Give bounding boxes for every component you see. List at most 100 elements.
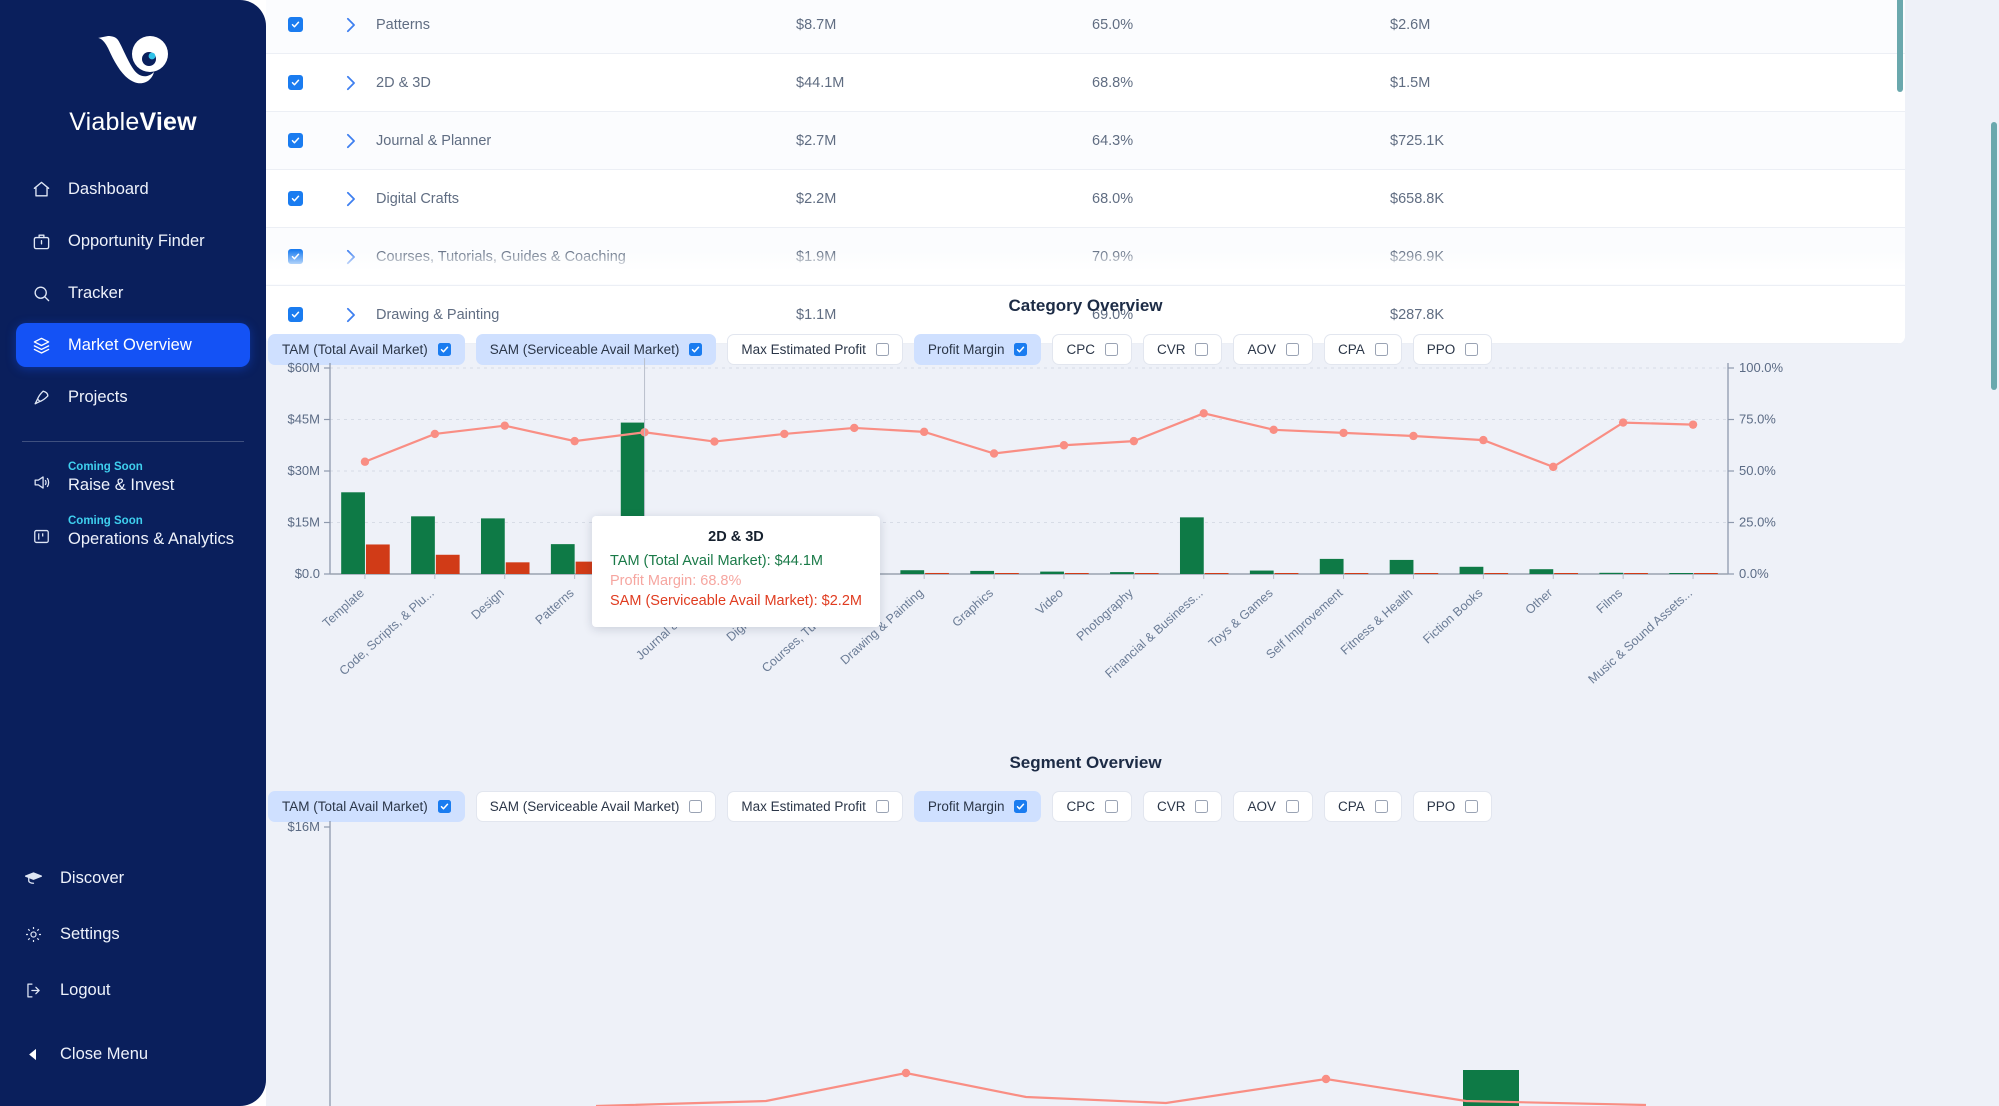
row-tam: $2.2M xyxy=(796,191,1092,207)
row-expand-chevron-icon[interactable] xyxy=(324,17,376,33)
sidebar-item-opportunity-finder[interactable]: Opportunity Finder xyxy=(16,219,250,263)
checkbox-checked-icon[interactable] xyxy=(438,343,451,356)
row-name: Journal & Planner xyxy=(376,133,796,149)
checkbox-checked-icon[interactable] xyxy=(438,800,451,813)
svg-text:Design: Design xyxy=(468,588,506,622)
row-name: Patterns xyxy=(376,17,796,33)
svg-text:75.0%: 75.0% xyxy=(1739,412,1776,427)
gear-icon xyxy=(22,923,44,945)
table-row[interactable]: Journal & Planner $2.7M 64.3% $725.1K xyxy=(266,112,1905,170)
row-expand-chevron-icon[interactable] xyxy=(324,75,376,91)
sidebar-item-market-overview[interactable]: Market Overview xyxy=(16,323,250,367)
chip-label: CPA xyxy=(1338,799,1365,814)
sidebar-item-raise-and-invest[interactable]: Coming Soon Raise & Invest xyxy=(16,460,250,496)
sidebar-item-label: Projects xyxy=(68,388,128,407)
row-checkbox[interactable] xyxy=(266,249,324,264)
svg-text:Self Improvement: Self Improvement xyxy=(1263,588,1346,662)
viableview-logo-icon xyxy=(90,34,176,96)
category-overview-xaxis: TemplateCode, Scripts, & Plu...DesignPat… xyxy=(266,588,1905,698)
checkbox-checked-icon[interactable] xyxy=(1014,800,1027,813)
page-scrollbar[interactable] xyxy=(1991,122,1997,390)
sidebar-item-operations-and-analytics[interactable]: Coming Soon Operations & Analytics xyxy=(16,514,250,550)
sidebar-item-label: Market Overview xyxy=(68,336,192,355)
sidebar-item-label: Settings xyxy=(60,925,120,944)
checkbox-icon[interactable] xyxy=(1375,800,1388,813)
checkbox-icon[interactable] xyxy=(1465,343,1478,356)
checkbox-icon[interactable] xyxy=(1195,800,1208,813)
row-margin: 68.0% xyxy=(1092,191,1390,207)
megaphone-icon xyxy=(30,471,52,493)
checkbox-icon[interactable] xyxy=(1286,343,1299,356)
checkbox-icon[interactable] xyxy=(876,800,889,813)
checkbox-checked-icon[interactable] xyxy=(689,343,702,356)
chip-label: AOV xyxy=(1247,799,1276,814)
chevron-left-icon xyxy=(22,1043,44,1065)
svg-text:Fiction Books: Fiction Books xyxy=(1420,588,1485,646)
svg-text:100.0%: 100.0% xyxy=(1739,360,1784,375)
checkbox-icon[interactable] xyxy=(1286,800,1299,813)
briefcase-icon xyxy=(30,230,52,252)
svg-text:Graphics: Graphics xyxy=(950,588,997,630)
close-menu-button[interactable]: Close Menu xyxy=(8,1032,258,1076)
chip-label: Profit Margin xyxy=(928,799,1005,814)
checkbox-icon[interactable] xyxy=(1105,343,1118,356)
table-row[interactable]: Patterns $8.7M 65.0% $2.6M xyxy=(266,0,1905,54)
row-profit: $2.6M xyxy=(1390,17,1690,33)
checkbox-icon[interactable] xyxy=(1465,800,1478,813)
sidebar-item-label: Operations & Analytics xyxy=(68,529,234,550)
row-checkbox[interactable] xyxy=(266,75,324,90)
row-expand-chevron-icon[interactable] xyxy=(324,249,376,265)
row-profit: $296.9K xyxy=(1390,249,1690,265)
sidebar-item-label: Raise & Invest xyxy=(68,475,174,496)
tooltip-line-sam: SAM (Serviceable Avail Market): $2.2M xyxy=(610,591,862,611)
chip-label: SAM (Serviceable Avail Market) xyxy=(490,799,680,814)
table-scrollbar[interactable] xyxy=(1897,0,1903,92)
row-tam: $2.7M xyxy=(796,133,1092,149)
graduation-cap-icon xyxy=(22,867,44,889)
row-checkbox[interactable] xyxy=(266,133,324,148)
checkbox-icon[interactable] xyxy=(689,800,702,813)
rocket-icon xyxy=(30,386,52,408)
checkbox-icon[interactable] xyxy=(1375,343,1388,356)
sidebar-divider xyxy=(22,441,244,442)
checkbox-icon[interactable] xyxy=(876,343,889,356)
svg-text:25.0%: 25.0% xyxy=(1739,515,1776,530)
coming-soon-text: Coming Soon Operations & Analytics xyxy=(68,514,234,550)
layers-icon xyxy=(30,334,52,356)
chart-tooltip: 2D & 3D TAM (Total Avail Market): $44.1M… xyxy=(592,516,880,627)
row-profit: $1.5M xyxy=(1390,75,1690,91)
sidebar-item-dashboard[interactable]: Dashboard xyxy=(16,167,250,211)
checkbox-icon[interactable] xyxy=(1195,343,1208,356)
checkbox-checked-icon[interactable] xyxy=(1014,343,1027,356)
sidebar-item-tracker[interactable]: Tracker xyxy=(16,271,250,315)
chip-label: CPC xyxy=(1066,799,1095,814)
checkbox-icon[interactable] xyxy=(1105,800,1118,813)
row-checkbox[interactable] xyxy=(266,17,324,32)
sidebar-item-label: Dashboard xyxy=(68,180,149,199)
tooltip-title: 2D & 3D xyxy=(610,529,862,545)
sidebar-item-logout[interactable]: Logout xyxy=(8,968,258,1012)
chip-label: Max Estimated Profit xyxy=(741,342,866,357)
sidebar: ViableView Dashboard Opportunity Finder … xyxy=(0,0,266,1106)
table-row[interactable]: Digital Crafts $2.2M 68.0% $658.8K xyxy=(266,170,1905,228)
logout-icon xyxy=(22,979,44,1001)
row-checkbox[interactable] xyxy=(266,191,324,206)
table-row[interactable]: 2D & 3D $44.1M 68.8% $1.5M xyxy=(266,54,1905,112)
sidebar-item-discover[interactable]: Discover xyxy=(8,856,258,900)
primary-nav: Dashboard Opportunity Finder Tracker Mar… xyxy=(0,167,266,419)
coming-soon-badge: Coming Soon xyxy=(68,514,234,529)
svg-text:$16M: $16M xyxy=(287,819,320,834)
row-expand-chevron-icon[interactable] xyxy=(324,191,376,207)
coming-soon-badge: Coming Soon xyxy=(68,460,174,475)
chip-label: AOV xyxy=(1247,342,1276,357)
table-row[interactable]: Courses, Tutorials, Guides & Coaching $1… xyxy=(266,228,1905,286)
row-profit: $658.8K xyxy=(1390,191,1690,207)
svg-text:Toys & Games: Toys & Games xyxy=(1206,588,1276,651)
row-expand-chevron-icon[interactable] xyxy=(324,133,376,149)
sidebar-item-settings[interactable]: Settings xyxy=(8,912,258,956)
row-name: Courses, Tutorials, Guides & Coaching xyxy=(376,249,796,265)
svg-text:$45M: $45M xyxy=(287,412,320,427)
sidebar-item-projects[interactable]: Projects xyxy=(16,375,250,419)
row-tam: $1.9M xyxy=(796,249,1092,265)
tooltip-line-profit-margin: Profit Margin: 68.8% xyxy=(610,571,862,591)
